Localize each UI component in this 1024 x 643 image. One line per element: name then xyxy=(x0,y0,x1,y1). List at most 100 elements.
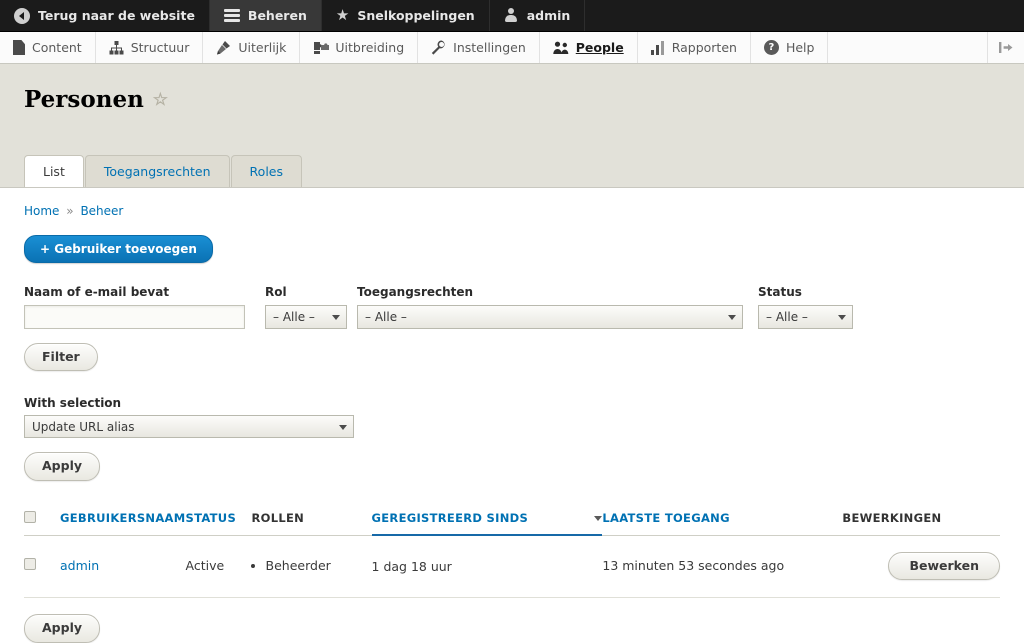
filter-name-label: Naam of e-mail bevat xyxy=(24,285,170,299)
sitemap-icon xyxy=(109,40,124,55)
column-label: GEREGISTREERD SINDS xyxy=(371,511,529,525)
back-arrow-icon xyxy=(14,7,30,24)
table-header-row: GEBRUIKERSNAAM STATUS ROLLEN GEREGISTREE… xyxy=(24,502,1000,537)
bulk-action-value: Update URL alias xyxy=(32,419,135,434)
tab-label: List xyxy=(43,164,65,180)
menu-item-extend[interactable]: Uitbreiding xyxy=(300,32,419,63)
chevron-down-icon xyxy=(838,315,846,320)
row-last-access-cell: 13 minuten 53 secondes ago xyxy=(602,535,843,599)
menu-item-label: Content xyxy=(32,40,82,55)
table-body: admin Active Beheerder 1 dag 18 uur 13 m… xyxy=(24,535,1000,599)
toolbar-item-label: Terug naar de website xyxy=(38,8,195,23)
row-registered-cell: 1 dag 18 uur xyxy=(371,535,603,599)
column-label: ROLLEN xyxy=(251,511,305,526)
main-content: Home » Beheer + Gebruiker toevoegen Naam… xyxy=(0,188,1024,643)
checkbox-icon[interactable] xyxy=(24,558,36,571)
tab-permissions[interactable]: Toegangsrechten xyxy=(84,155,230,187)
menu-item-configuration[interactable]: Instellingen xyxy=(418,32,540,63)
column-select-all xyxy=(24,502,60,536)
chevron-down-icon xyxy=(339,424,347,430)
filter-permission-field-group: Toegangsrechten – Alle – xyxy=(357,285,743,329)
menu-item-label: Instellingen xyxy=(453,40,526,55)
filter-role-value: – Alle – xyxy=(273,310,315,324)
paintbrush-icon xyxy=(216,40,231,55)
toolbar-item-label: Beheren xyxy=(247,8,307,23)
bulk-action-label: With selection xyxy=(24,396,122,411)
table-header: GEBRUIKERSNAAM STATUS ROLLEN GEREGISTREE… xyxy=(24,502,1000,537)
breadcrumb-separator: » xyxy=(66,204,74,218)
tab-label: Toegangsrechten xyxy=(103,164,211,180)
row-select-cell xyxy=(24,535,60,599)
column-registered-since[interactable]: GEREGISTREERD SINDS xyxy=(371,502,603,537)
checkbox-icon[interactable] xyxy=(24,510,36,523)
menu-item-label: Uiterlijk xyxy=(238,40,287,55)
filter-button[interactable]: Filter xyxy=(24,343,98,372)
filter-status-field-group: Status – Alle – xyxy=(758,285,853,329)
tab-roles[interactable]: Roles xyxy=(230,155,302,187)
edit-button[interactable]: Bewerken xyxy=(888,551,1000,581)
column-operations: BEWERKINGEN xyxy=(842,502,1000,536)
filter-permission-select[interactable]: – Alle – xyxy=(357,305,743,329)
menu-item-structure[interactable]: Structuur xyxy=(96,32,204,63)
row-operations-cell: Bewerken xyxy=(842,535,1000,599)
breadcrumb-item-admin[interactable]: Beheer xyxy=(80,204,123,218)
collapse-toolbar-button[interactable] xyxy=(988,32,1024,63)
column-username[interactable]: GEBRUIKERSNAAM xyxy=(60,502,186,536)
bulk-action-group: With selection Update URL alias Apply xyxy=(24,396,1000,481)
toolbar-item-label: admin xyxy=(526,8,571,23)
filter-permission-value: – Alle – xyxy=(365,310,407,324)
menu-item-appearance[interactable]: Uiterlijk xyxy=(203,32,301,63)
user-link[interactable]: admin xyxy=(60,558,99,573)
apply-button-bottom[interactable]: Apply xyxy=(24,614,101,643)
toolbar-item-back-to-site[interactable]: Terug naar de website xyxy=(0,0,210,31)
star-outline-icon[interactable]: ☆ xyxy=(153,90,168,110)
admin-toolbar: Terug naar de website Beheren ★ Snelkopp… xyxy=(0,0,1024,32)
bulk-action-select[interactable]: Update URL alias xyxy=(24,415,354,439)
table-row: admin Active Beheerder 1 dag 18 uur 13 m… xyxy=(24,535,1000,599)
filter-status-select[interactable]: – Alle – xyxy=(758,305,853,329)
toolbar-item-manage[interactable]: Beheren xyxy=(209,0,322,31)
filter-role-select[interactable]: – Alle – xyxy=(265,305,347,329)
hamburger-icon xyxy=(223,9,240,22)
puzzle-piece-icon xyxy=(313,41,330,55)
toolbar-item-label: Snelkoppelingen xyxy=(357,8,475,23)
roles-list: Beheerder xyxy=(252,558,372,573)
filter-status-value: – Alle – xyxy=(766,310,808,324)
collapse-toolbar-icon xyxy=(999,41,1013,54)
breadcrumb: Home » Beheer xyxy=(24,204,1000,218)
breadcrumb-item-home[interactable]: Home xyxy=(24,204,59,218)
column-roles: ROLLEN xyxy=(251,502,372,536)
row-status-cell: Active xyxy=(185,535,252,599)
menu-item-people[interactable]: People xyxy=(540,32,638,63)
menu-item-label: Help xyxy=(785,40,815,55)
page-title-text: Personen xyxy=(24,86,144,113)
toolbar-item-shortcuts[interactable]: ★ Snelkoppelingen xyxy=(322,0,490,31)
sort-descending-icon xyxy=(594,516,603,521)
row-username-cell: admin xyxy=(60,535,186,599)
menu-item-content[interactable]: Content xyxy=(0,32,96,63)
column-last-access[interactable]: LAATSTE TOEGANG xyxy=(602,502,843,536)
chevron-down-icon xyxy=(728,315,736,320)
toolbar-filler xyxy=(585,0,1024,31)
menu-item-help[interactable]: ? Help xyxy=(751,32,829,63)
tab-label: Roles xyxy=(249,164,283,180)
column-label: GEBRUIKERSNAAM xyxy=(60,511,186,526)
add-user-button[interactable]: + Gebruiker toevoegen xyxy=(24,235,213,263)
filter-name-input[interactable] xyxy=(24,305,245,329)
toolbar-item-user[interactable]: admin xyxy=(490,0,586,31)
menu-item-label: Structuur xyxy=(130,40,190,55)
filter-name-field-group: Naam of e-mail bevat xyxy=(24,285,245,329)
tab-list[interactable]: List xyxy=(24,155,84,187)
chevron-down-icon xyxy=(332,315,340,320)
menu-item-reports[interactable]: Rapporten xyxy=(638,32,751,63)
primary-tabs: List Toegangsrechten Roles xyxy=(24,155,302,187)
column-status[interactable]: STATUS xyxy=(185,502,252,536)
menu-item-label: Rapporten xyxy=(671,40,737,55)
page-header: Personen ☆ List Toegangsrechten Roles xyxy=(0,64,1024,188)
apply-button-top[interactable]: Apply xyxy=(24,452,101,481)
people-table: GEBRUIKERSNAAM STATUS ROLLEN GEREGISTREE… xyxy=(24,502,1000,599)
star-icon: ★ xyxy=(335,6,350,24)
menu-item-label: Uitbreiding xyxy=(335,40,405,55)
filter-status-label: Status xyxy=(758,285,802,299)
menu-item-label: People xyxy=(575,40,624,55)
